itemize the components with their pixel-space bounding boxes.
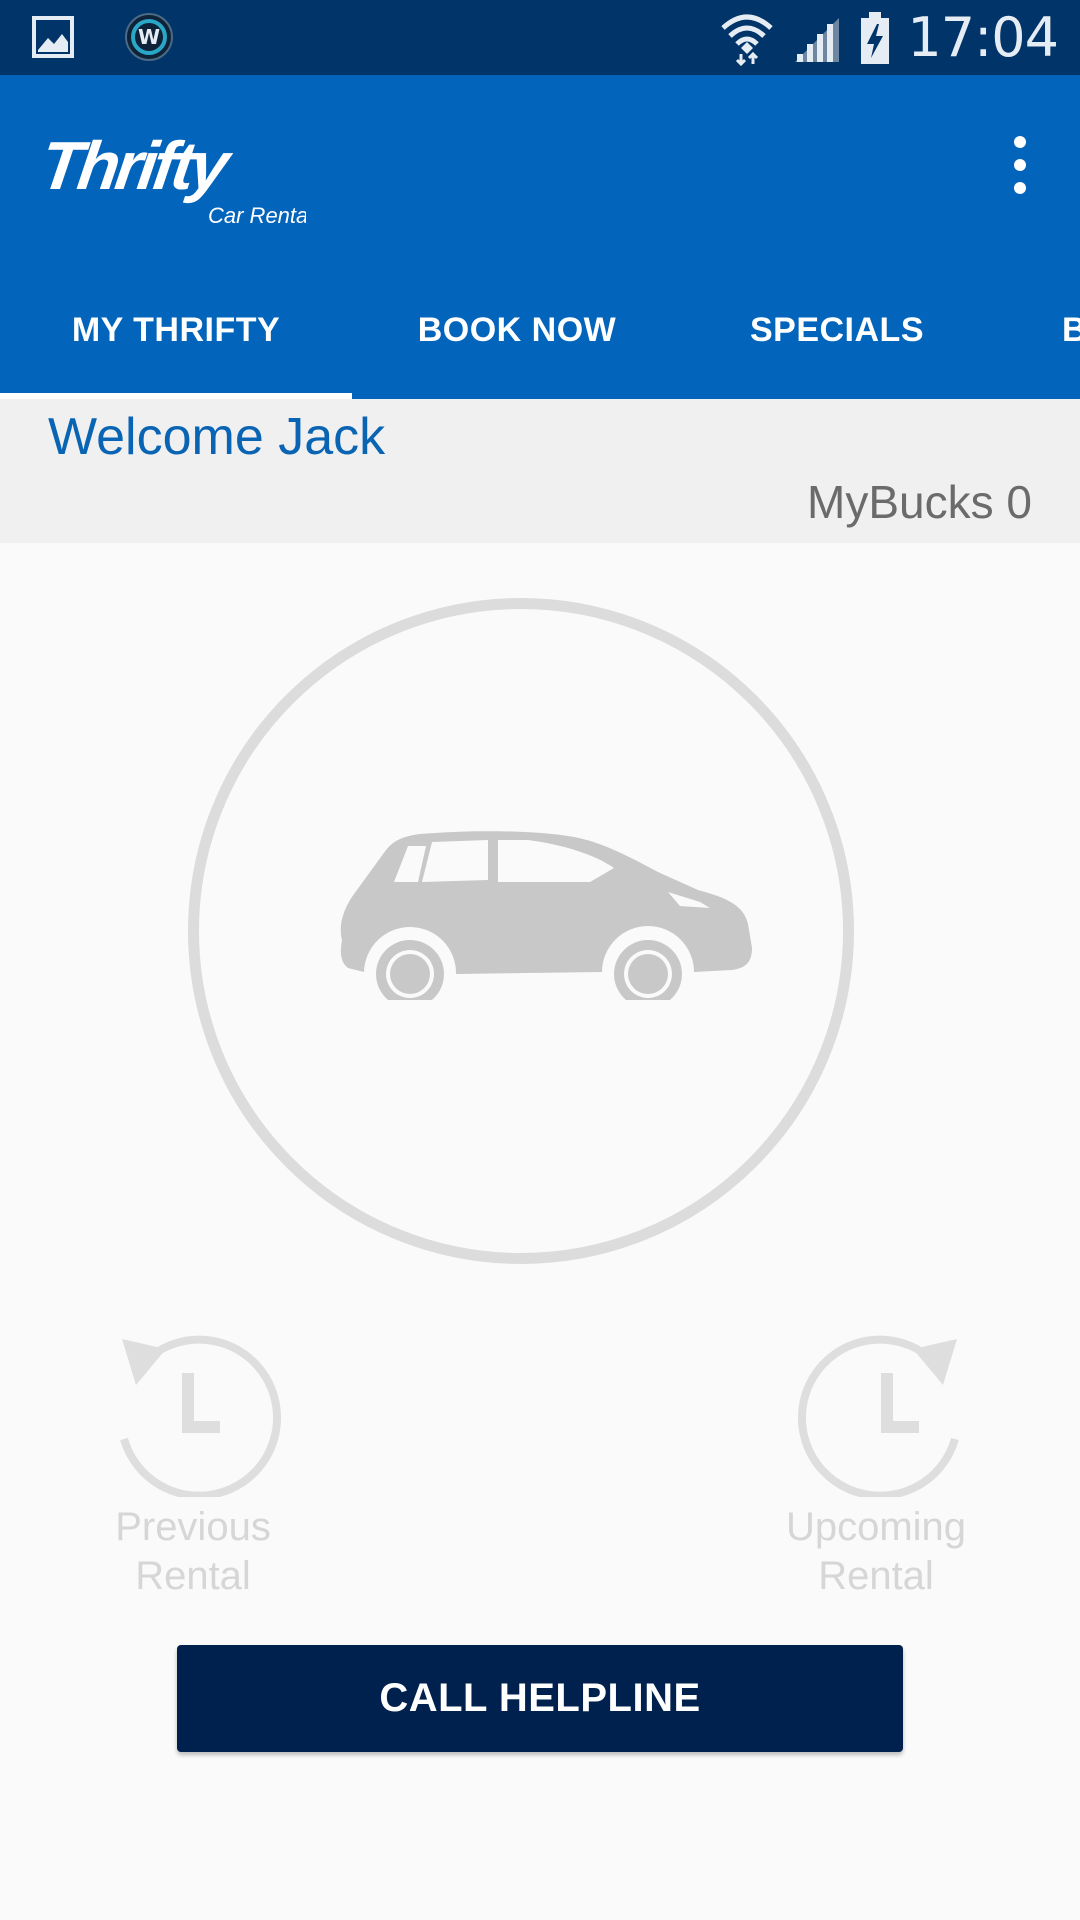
app-bar: Thrifty Car Rental MY THRIFTY BOOK NOW S… <box>0 75 1080 399</box>
gallery-icon <box>32 16 74 58</box>
welcome-greeting: Welcome Jack <box>48 408 386 466</box>
tab-label: MY THRIFTY <box>71 311 281 349</box>
svg-text:Thrifty: Thrifty <box>46 128 237 204</box>
tab-specials[interactable]: SPECIALS <box>682 265 992 395</box>
signal-icon <box>795 17 840 62</box>
tab-bar: MY THRIFTY BOOK NOW SPECIALS B <box>0 265 1080 399</box>
upcoming-rental-label: Upcoming Rental <box>785 1505 967 1598</box>
history-forward-icon[interactable] <box>797 1327 967 1497</box>
tab-partial[interactable]: B <box>1062 265 1080 395</box>
wifi-icon <box>721 14 774 66</box>
w-app-icon: W <box>125 13 173 61</box>
svg-text:Car Rental: Car Rental <box>208 203 306 227</box>
tab-label: SPECIALS <box>749 311 925 349</box>
status-time: 17:04 <box>907 6 1059 69</box>
battery-charging-icon <box>861 11 890 64</box>
status-bar: W 17:04 <box>0 0 1080 75</box>
car-icon <box>340 831 752 1000</box>
tab-label: B <box>1062 311 1080 349</box>
tab-label: BOOK NOW <box>417 311 617 349</box>
mybucks-balance: MyBucks 0 <box>807 476 1032 528</box>
thrifty-logo: Thrifty Car Rental <box>46 128 306 227</box>
svg-text:W: W <box>138 25 160 49</box>
history-back-icon[interactable] <box>112 1327 282 1497</box>
call-helpline-button[interactable]: CALL HELPLINE <box>177 1645 903 1752</box>
more-vert-icon[interactable] <box>1000 130 1040 200</box>
previous-rental-label: Previous Rental <box>115 1505 271 1598</box>
welcome-panel: Welcome Jack MyBucks 0 <box>0 399 1080 543</box>
tab-book-now[interactable]: BOOK NOW <box>352 265 682 395</box>
tab-my-thrifty[interactable]: MY THRIFTY <box>0 265 352 395</box>
